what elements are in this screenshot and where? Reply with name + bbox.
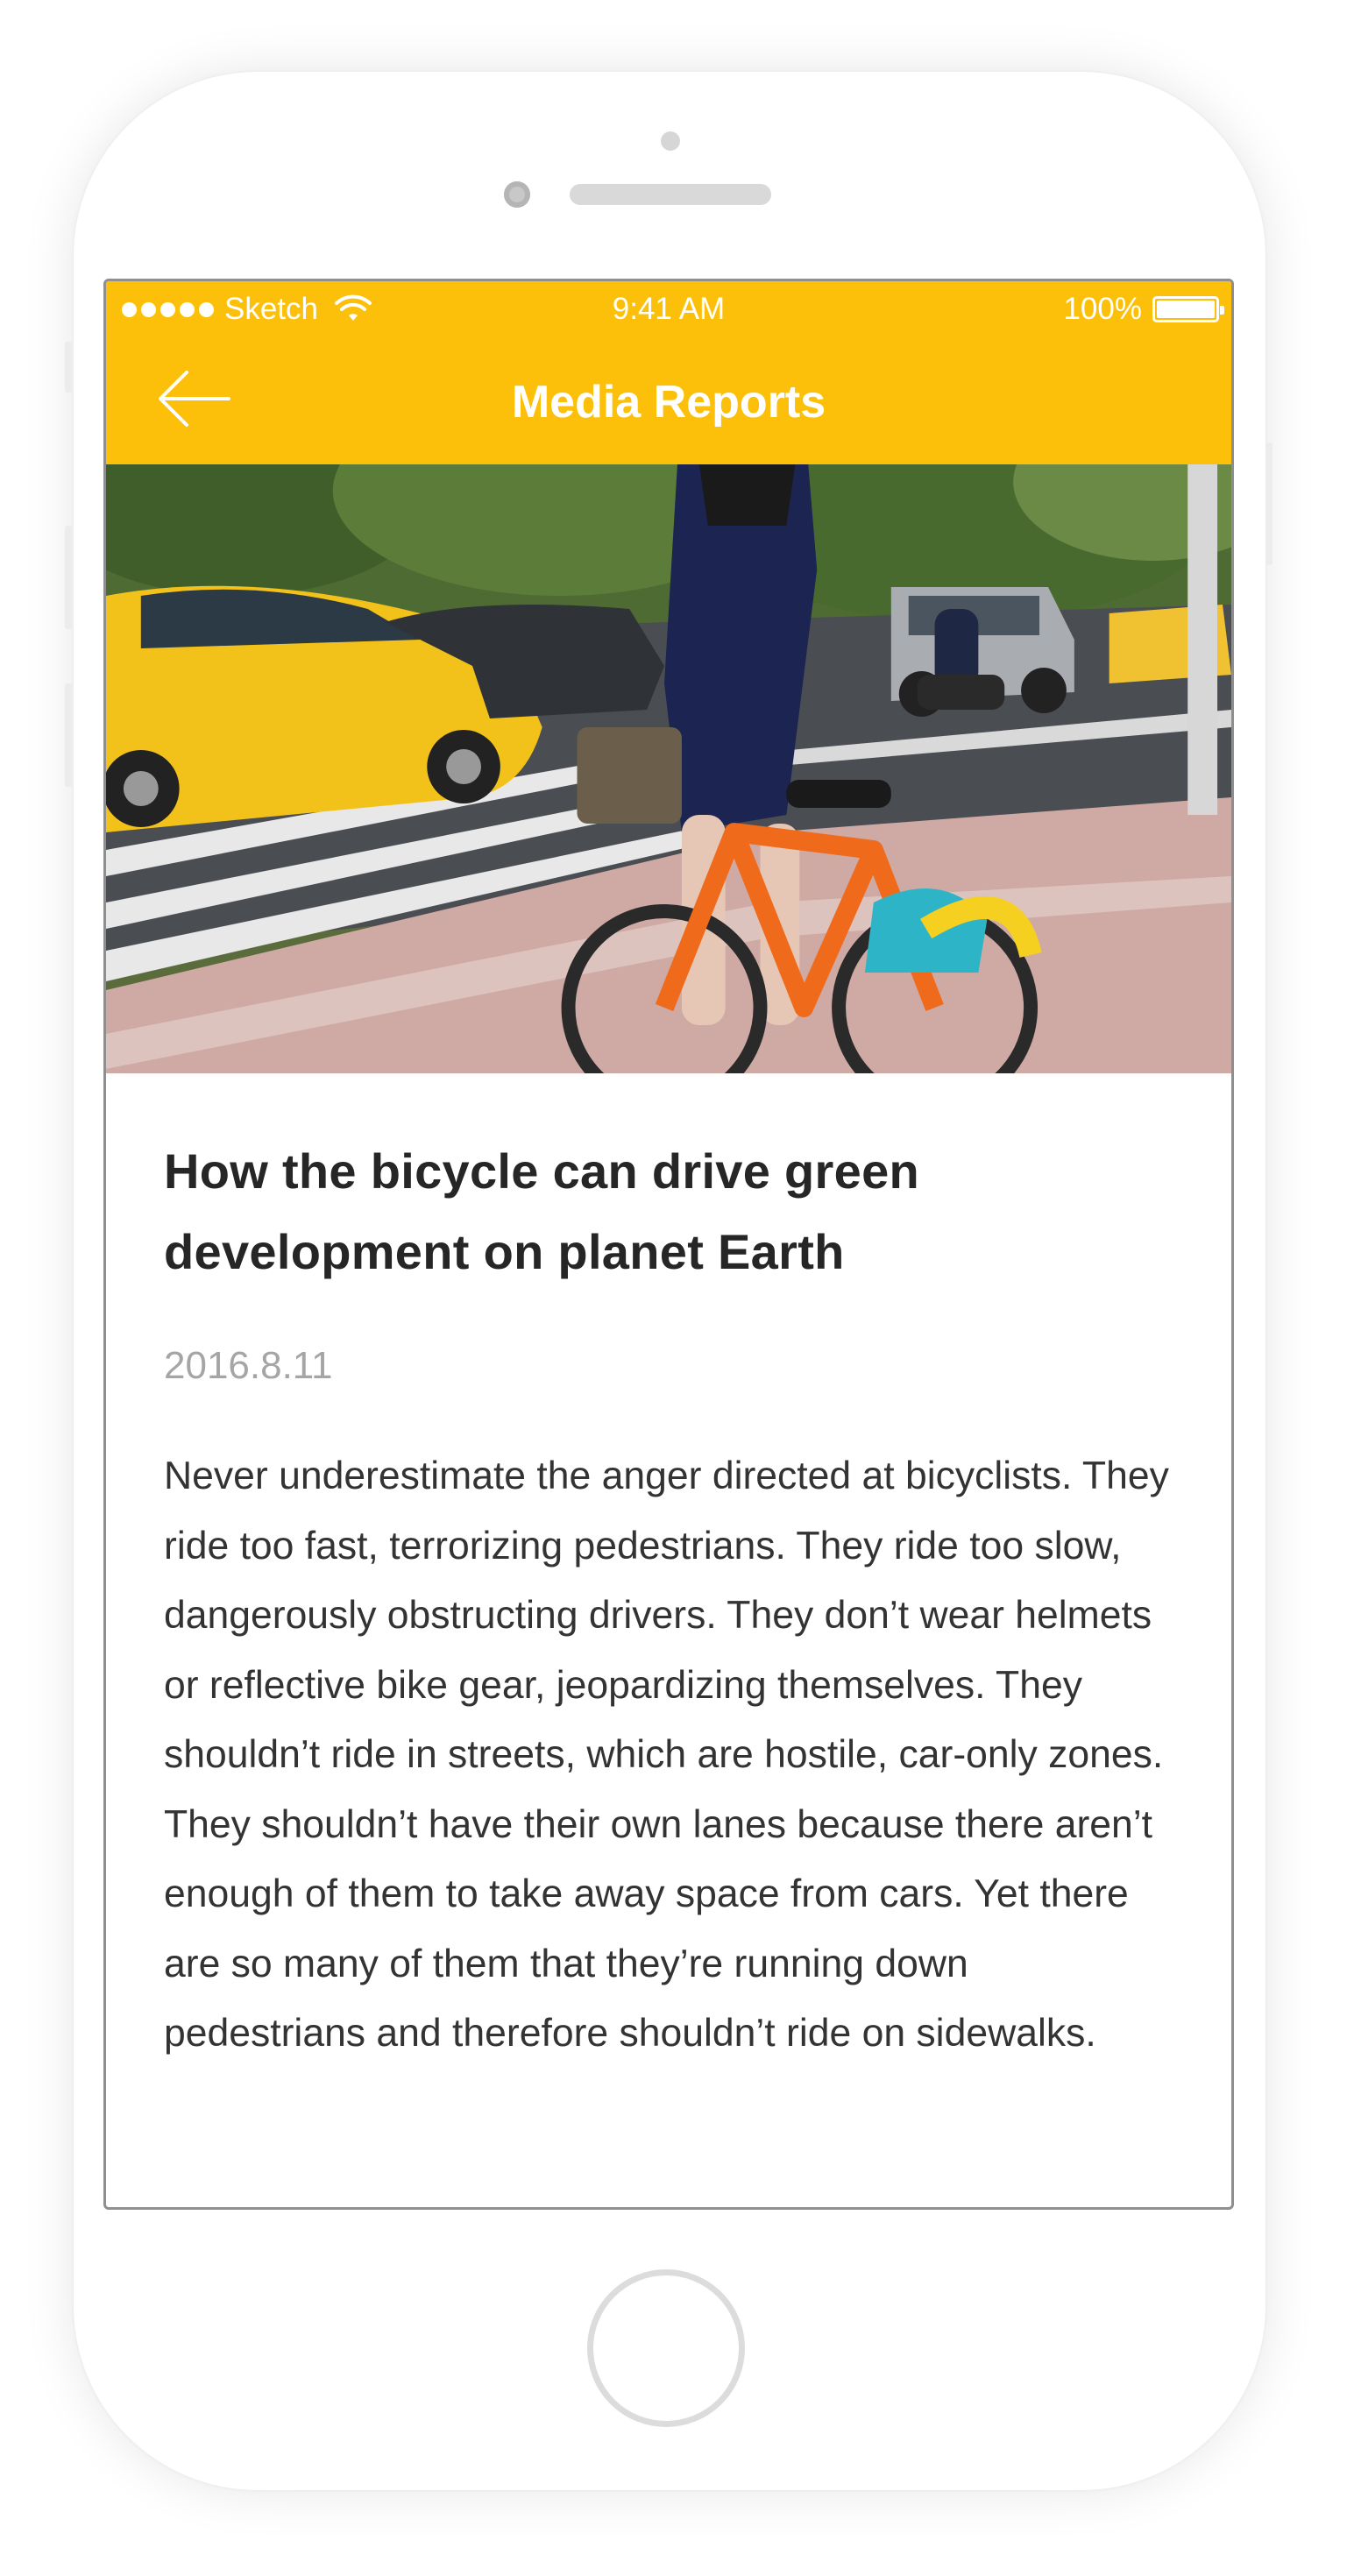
status-right: 100% xyxy=(1063,292,1224,327)
mute-switch xyxy=(65,342,72,393)
article-body: Never underestimate the anger directed a… xyxy=(164,1454,1169,2055)
app-header: Sketch 9:41 AM 100% Media Reports xyxy=(106,281,1231,464)
article: How the bicycle can drive green developm… xyxy=(164,1131,1172,2069)
battery-tip xyxy=(1220,306,1224,315)
proximity-sensor xyxy=(661,131,680,151)
app-screen: Sketch 9:41 AM 100% Media Reports How th… xyxy=(103,279,1234,2210)
battery-fill xyxy=(1157,301,1215,318)
hero-image xyxy=(106,464,1231,1073)
front-camera xyxy=(504,181,530,208)
article-date: 2016.8.11 xyxy=(164,1344,333,1387)
battery-percentage: 100% xyxy=(1063,292,1142,326)
article-title: How the bicycle can drive green developm… xyxy=(164,1143,920,1279)
bicycle-photo xyxy=(106,464,1231,1073)
power-button xyxy=(1265,442,1272,565)
status-bar: Sketch 9:41 AM 100% xyxy=(106,281,1231,336)
navigation-bar: Media Reports xyxy=(106,336,1231,464)
battery-icon xyxy=(1152,296,1224,322)
volume-down-button xyxy=(65,683,72,787)
volume-up-button xyxy=(65,526,72,629)
earpiece-speaker xyxy=(570,184,771,205)
status-time: 9:41 AM xyxy=(612,292,726,326)
home-button[interactable] xyxy=(587,2269,745,2427)
page-title: Media Reports xyxy=(511,377,826,428)
